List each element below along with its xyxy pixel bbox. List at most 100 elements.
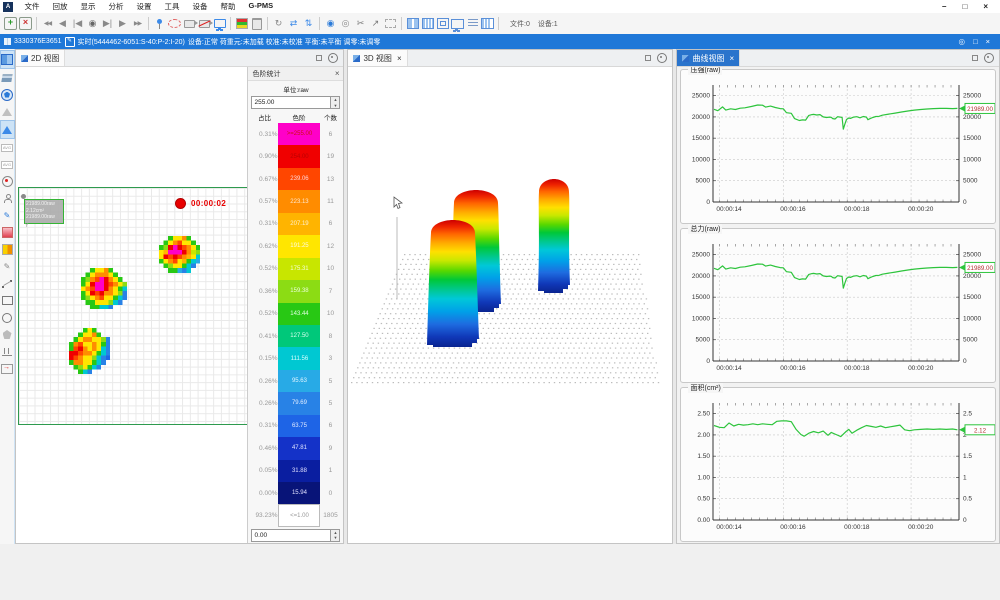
pen-icon[interactable]: ✎	[1, 207, 14, 224]
max-value-spinner[interactable]: 255.00 ▲▼	[251, 96, 340, 109]
legend-row: 0.05%31.881	[251, 460, 340, 482]
polyline-tool-icon[interactable]	[1, 275, 14, 292]
status-close-icon[interactable]: ×	[986, 37, 990, 46]
menu-文件[interactable]: 文件	[18, 1, 46, 12]
prism-solid-icon[interactable]	[0, 120, 15, 139]
close-icon[interactable]: ×	[983, 2, 988, 11]
record-target-icon[interactable]	[1, 173, 14, 190]
legend-rows: 0.31%>=255.0060.90%254.00190.67%239.0613…	[251, 123, 340, 527]
close-tab-icon[interactable]: ×	[397, 54, 402, 63]
avg-time-icon[interactable]: AVG	[1, 156, 14, 173]
settings-icon[interactable]	[328, 53, 338, 63]
close-icon[interactable]: ×	[335, 69, 340, 78]
layout-grid-icon[interactable]	[480, 16, 495, 32]
prism-outline-icon[interactable]	[1, 103, 14, 120]
legend-percent: 0.15%	[251, 347, 278, 369]
maximize-icon[interactable]: □	[962, 2, 967, 11]
tab-curve-view[interactable]: 曲线视图 ×	[677, 50, 740, 66]
svg-text:25000: 25000	[963, 93, 981, 100]
layout-window-icon[interactable]	[435, 16, 450, 32]
skip-start-icon[interactable]: |◀	[70, 16, 85, 32]
menu-显示[interactable]: 显示	[74, 1, 102, 12]
tab-2d-view[interactable]: 2D 视图	[16, 50, 65, 66]
step-back-icon[interactable]: ◀	[55, 16, 70, 32]
color-swatches-icon[interactable]	[1, 241, 14, 258]
menu-分析[interactable]: 分析	[102, 1, 130, 12]
roi-ellipse-icon[interactable]	[167, 16, 182, 32]
view-3d-icon	[353, 55, 360, 62]
export-data-icon[interactable]	[1, 360, 14, 377]
close-file-icon[interactable]: ×	[18, 16, 33, 32]
panel-3d-body[interactable]	[348, 67, 672, 543]
legend-level-cell: 254.00	[278, 145, 320, 167]
svg-text:1.5: 1.5	[963, 453, 972, 460]
rect-tool-icon[interactable]	[1, 292, 14, 309]
menu-帮助[interactable]: 帮助	[214, 1, 242, 12]
edit-icon[interactable]: ✎	[65, 37, 75, 47]
menu-设置[interactable]: 设置	[130, 1, 158, 12]
legend-percent: 0.26%	[251, 392, 278, 414]
menu-回放[interactable]: 回放	[46, 1, 74, 12]
min-value-spinner[interactable]: 0.00 ▲▼	[251, 529, 340, 542]
target-on-icon[interactable]: ◉	[323, 16, 338, 32]
chart-1[interactable]: 00:00:1400:00:1600:00:1800:00:2000500050…	[683, 76, 995, 220]
chart-2[interactable]: 00:00:1400:00:1600:00:1800:00:2000500050…	[683, 235, 995, 379]
colorbar-icon[interactable]	[234, 16, 249, 32]
layout-grid-columns-icon[interactable]	[420, 16, 435, 32]
stop-icon[interactable]: ◉	[85, 16, 100, 32]
status-maximize-icon[interactable]: □	[973, 37, 978, 46]
menu-设备[interactable]: 设备	[186, 1, 214, 12]
expand-icon[interactable]	[315, 54, 323, 62]
svg-text:0: 0	[707, 358, 711, 365]
svg-text:0: 0	[707, 199, 711, 206]
close-tab-icon[interactable]: ×	[729, 54, 734, 63]
gradient-square-icon[interactable]	[1, 224, 14, 241]
fast-forward-icon[interactable]: ▶▶	[130, 16, 145, 32]
measurement-tooltip[interactable]: 21989.00raw2.12cm²21989.00raw	[24, 199, 64, 224]
frame-icon[interactable]	[383, 16, 398, 32]
layout-list-icon[interactable]	[465, 16, 480, 32]
legend-count: 12	[320, 235, 340, 257]
brush-layers-icon[interactable]	[1, 69, 14, 86]
pencil-icon[interactable]: ✎	[1, 258, 14, 275]
play-icon[interactable]: ▶	[115, 16, 130, 32]
add-file-icon[interactable]: +	[3, 16, 18, 32]
settings-icon[interactable]	[657, 53, 667, 63]
tab-3d-view[interactable]: 3D 视图 ×	[348, 50, 407, 66]
trash-icon[interactable]	[249, 16, 264, 32]
expand-icon[interactable]	[644, 54, 652, 62]
layout-monitor-icon[interactable]	[450, 16, 465, 32]
svg-text:2.5: 2.5	[963, 411, 972, 418]
monitor-icon[interactable]	[212, 16, 227, 32]
user-icon[interactable]	[1, 190, 14, 207]
view-layout-icon[interactable]	[0, 50, 15, 69]
avg-frames-icon[interactable]: AVG	[1, 139, 14, 156]
settings-icon[interactable]	[984, 53, 994, 63]
pentagon-tool-icon[interactable]	[1, 86, 14, 103]
pin-icon[interactable]	[152, 16, 167, 32]
export-icon[interactable]: ↗	[368, 16, 383, 32]
rewind-icon[interactable]: ◀◀	[40, 16, 55, 32]
legend-percent: 0.62%	[251, 235, 278, 257]
polygon-tool-icon[interactable]	[1, 326, 14, 343]
swap-horizontal-icon[interactable]: ⇄	[286, 16, 301, 32]
minimize-icon[interactable]: –	[942, 2, 946, 11]
skip-end-icon[interactable]: ▶|	[100, 16, 115, 32]
chart-3[interactable]: 00:00:1400:00:1600:00:1800:00:200.0000.5…	[683, 394, 995, 538]
camera-off-icon[interactable]	[197, 16, 212, 32]
menu-G-PMS[interactable]: G-PMS	[242, 1, 280, 12]
cut-icon[interactable]: ✂	[353, 16, 368, 32]
pressure-map-2d[interactable]: 21989.00raw2.12cm²21989.00raw Y 00:00:02	[18, 187, 253, 425]
circle-tool-icon[interactable]	[1, 309, 14, 326]
status-restore-icon[interactable]: ◎	[959, 37, 966, 46]
menu-工具[interactable]: 工具	[158, 1, 186, 12]
expand-icon[interactable]	[971, 54, 979, 62]
refresh-icon[interactable]: ↻	[271, 16, 286, 32]
caliper-icon[interactable]	[1, 343, 14, 360]
svg-text:0: 0	[963, 517, 967, 524]
layout-columns-icon[interactable]	[405, 16, 420, 32]
swap-vertical-icon[interactable]: ⇅	[301, 16, 316, 32]
target-off-icon[interactable]: ◎	[338, 16, 353, 32]
svg-text:2.50: 2.50	[698, 411, 711, 418]
camera-icon[interactable]	[182, 16, 197, 32]
